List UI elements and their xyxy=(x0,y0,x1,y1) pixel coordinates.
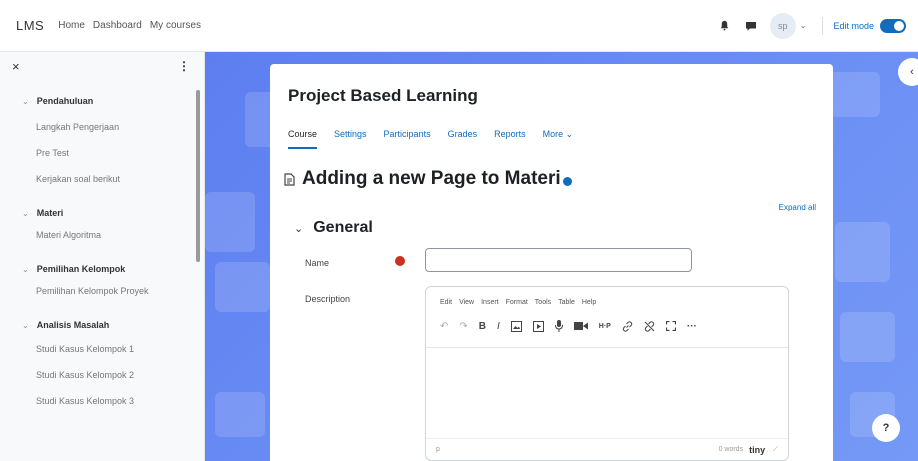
word-count: 0 words xyxy=(718,446,744,453)
chevron-left-icon: ‹ xyxy=(910,66,914,78)
unlink-icon[interactable] xyxy=(644,319,655,333)
chevron-down-icon[interactable]: ⌄ xyxy=(22,265,29,274)
media-icon[interactable] xyxy=(532,319,544,333)
chevron-down-icon[interactable]: ⌄ xyxy=(800,21,807,30)
nav-link-my-courses[interactable]: My courses xyxy=(150,20,201,31)
resize-handle-icon[interactable]: ⟋ xyxy=(773,446,778,454)
section-title: Analisis Masalah xyxy=(36,320,110,330)
editor-menu-tools[interactable]: Tools xyxy=(535,299,551,306)
tab-reports[interactable]: Reports xyxy=(494,129,526,149)
nav-link-home[interactable]: Home xyxy=(58,20,85,31)
microphone-icon[interactable] xyxy=(554,319,563,333)
image-icon[interactable] xyxy=(510,319,522,333)
section-pemilihan-kelompok[interactable]: ⌄ Pemilihan Kelompok xyxy=(0,262,204,276)
bold-icon[interactable]: B xyxy=(479,319,486,333)
tab-course[interactable]: Course xyxy=(288,129,318,149)
top-navbar: LMS Home Dashboard My courses sp ⌄ Edit … xyxy=(0,0,918,52)
activity-item[interactable]: Pre Test xyxy=(0,140,204,166)
background-decoration xyxy=(840,312,895,362)
activity-item[interactable]: Materi Algoritma xyxy=(0,222,204,248)
editor-menu-format[interactable]: Format xyxy=(506,299,528,306)
chevron-down-icon[interactable]: ⌄ xyxy=(22,321,29,330)
chevron-down-icon[interactable]: ⌄ xyxy=(294,222,303,235)
name-label: Name xyxy=(305,258,330,268)
editor-menubar: Edit View Insert Format Tools Table Help xyxy=(440,299,603,306)
tab-grades[interactable]: Grades xyxy=(448,129,478,149)
redo-icon[interactable]: ↷ xyxy=(459,319,467,333)
drawer-scrollbar[interactable] xyxy=(196,90,200,262)
navbar-divider xyxy=(822,16,824,35)
tab-more[interactable]: More ⌄ xyxy=(543,129,574,149)
page-heading: Adding a new Page to Materi xyxy=(284,168,572,190)
activity-item[interactable]: Kerjakan soal berikut xyxy=(0,166,204,192)
h5p-icon[interactable]: H·P xyxy=(599,319,611,333)
background-decoration xyxy=(205,192,255,252)
question-icon: ? xyxy=(882,422,890,434)
more-icon[interactable]: ··· xyxy=(687,319,697,333)
section-title: Pemilihan Kelompok xyxy=(36,264,126,274)
editor-menu-edit[interactable]: Edit xyxy=(440,299,452,306)
navbar-right: sp ⌄ Edit mode xyxy=(718,12,906,39)
course-title: Project Based Learning xyxy=(288,86,478,105)
help-icon[interactable] xyxy=(562,176,572,186)
course-index-drawer: × ⋮ ⌄ Pendahuluan Langkah Pengerjaan Pre… xyxy=(0,52,205,461)
tiny-logo: tiny xyxy=(749,444,766,455)
editor-toolbar: ↶ ↷ B I H·P ··· xyxy=(440,319,708,333)
background-decoration xyxy=(215,262,270,312)
video-icon[interactable] xyxy=(573,319,588,333)
undo-icon[interactable]: ↶ xyxy=(440,319,448,333)
name-input[interactable] xyxy=(425,248,692,272)
editor-content-area[interactable] xyxy=(426,347,788,427)
edit-mode-label: Edit mode xyxy=(833,20,874,31)
description-label: Description xyxy=(305,294,351,304)
italic-icon[interactable]: I xyxy=(497,319,500,333)
required-icon xyxy=(395,256,405,266)
section-pendahuluan[interactable]: ⌄ Pendahuluan xyxy=(0,94,204,108)
activity-item[interactable]: Studi Kasus Kelompok 3 xyxy=(0,388,204,414)
tab-settings[interactable]: Settings xyxy=(334,129,367,149)
background-decoration xyxy=(830,72,880,117)
activity-item[interactable]: Studi Kasus Kelompok 2 xyxy=(0,362,204,388)
section-materi[interactable]: ⌄ Materi xyxy=(0,206,204,220)
site-brand[interactable]: LMS xyxy=(16,18,44,33)
help-button[interactable]: ? xyxy=(872,414,900,442)
user-avatar[interactable]: sp xyxy=(769,12,796,39)
section-title: Materi xyxy=(36,208,64,218)
editor-menu-table[interactable]: Table xyxy=(558,299,575,306)
description-editor: Edit View Insert Format Tools Table Help… xyxy=(425,286,789,461)
editor-menu-view[interactable]: View xyxy=(459,299,474,306)
background-decoration xyxy=(215,392,265,437)
background-decoration xyxy=(835,222,890,282)
chevron-down-icon[interactable]: ⌄ xyxy=(22,97,29,106)
page-icon xyxy=(284,172,296,186)
fullscreen-icon[interactable] xyxy=(665,319,676,333)
nav-link-dashboard[interactable]: Dashboard xyxy=(93,20,142,31)
chevron-down-icon[interactable]: ⌄ xyxy=(22,209,29,218)
course-tabs: Course Settings Participants Grades Repo… xyxy=(288,129,590,149)
general-section-title: General xyxy=(313,219,373,236)
activity-item[interactable]: Studi Kasus Kelompok 1 xyxy=(0,336,204,362)
editor-menu-help[interactable]: Help xyxy=(582,299,596,306)
drawer-header: × ⋮ xyxy=(0,52,204,80)
block-drawer-toggle[interactable]: ‹ xyxy=(898,58,918,86)
editor-menu-insert[interactable]: Insert xyxy=(481,299,499,306)
page-heading-text: Adding a new Page to Materi xyxy=(302,168,561,189)
chat-icon[interactable] xyxy=(744,19,758,33)
close-icon[interactable]: × xyxy=(12,59,20,74)
section-title: Pendahuluan xyxy=(36,96,94,106)
activity-item[interactable]: Pemilihan Kelompok Proyek xyxy=(0,278,204,304)
kebab-menu-icon[interactable]: ⋮ xyxy=(178,59,190,73)
edit-mode-toggle[interactable] xyxy=(880,18,906,33)
main-content-card: Project Based Learning Course Settings P… xyxy=(270,64,833,461)
general-section-header[interactable]: ⌄ General xyxy=(294,219,373,237)
link-icon[interactable] xyxy=(622,319,633,333)
section-analisis-masalah[interactable]: ⌄ Analisis Masalah xyxy=(0,318,204,332)
editor-statusbar: p 0 words tiny ⟋ xyxy=(426,438,788,460)
activity-item[interactable]: Langkah Pengerjaan xyxy=(0,114,204,140)
bell-icon[interactable] xyxy=(718,19,732,33)
expand-all-link[interactable]: Expand all xyxy=(779,203,816,212)
element-path: p xyxy=(436,446,440,453)
tab-participants[interactable]: Participants xyxy=(384,129,431,149)
